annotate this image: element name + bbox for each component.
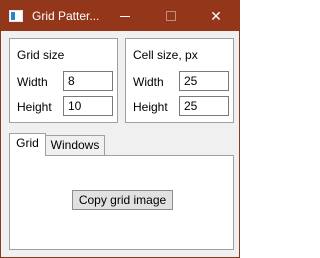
cell-width-input[interactable]: 25 <box>179 71 229 91</box>
title-bar[interactable]: Grid Patter... ✕ <box>1 1 239 31</box>
tab-grid[interactable]: Grid <box>9 133 46 156</box>
close-button[interactable]: ✕ <box>193 1 239 31</box>
grid-height-label: Height <box>17 100 52 114</box>
app-icon <box>9 10 23 22</box>
app-window: Grid Patter... ✕ Grid size Width 8 Heigh… <box>0 0 240 258</box>
close-icon: ✕ <box>210 8 222 24</box>
cell-height-label: Height <box>133 100 168 114</box>
minimize-button[interactable] <box>102 1 148 31</box>
grid-size-group: Grid size Width 8 Height 10 <box>9 38 118 123</box>
grid-height-input[interactable]: 10 <box>63 96 113 116</box>
window-title: Grid Patter... <box>32 9 100 23</box>
copy-grid-image-button[interactable]: Copy grid image <box>72 190 173 210</box>
grid-tab-panel: Copy grid image <box>9 155 234 250</box>
cell-width-label: Width <box>133 75 164 89</box>
maximize-button <box>148 1 194 31</box>
grid-width-input[interactable]: 8 <box>63 71 113 91</box>
tab-windows[interactable]: Windows <box>45 135 105 156</box>
cell-height-input[interactable]: 25 <box>179 96 229 116</box>
grid-size-title: Grid size <box>17 48 65 62</box>
cell-size-group: Cell size, px Width 25 Height 25 <box>125 38 234 123</box>
grid-width-label: Width <box>17 75 48 89</box>
cell-size-title: Cell size, px <box>133 48 198 62</box>
minimize-icon <box>120 16 130 17</box>
maximize-icon <box>166 11 176 21</box>
